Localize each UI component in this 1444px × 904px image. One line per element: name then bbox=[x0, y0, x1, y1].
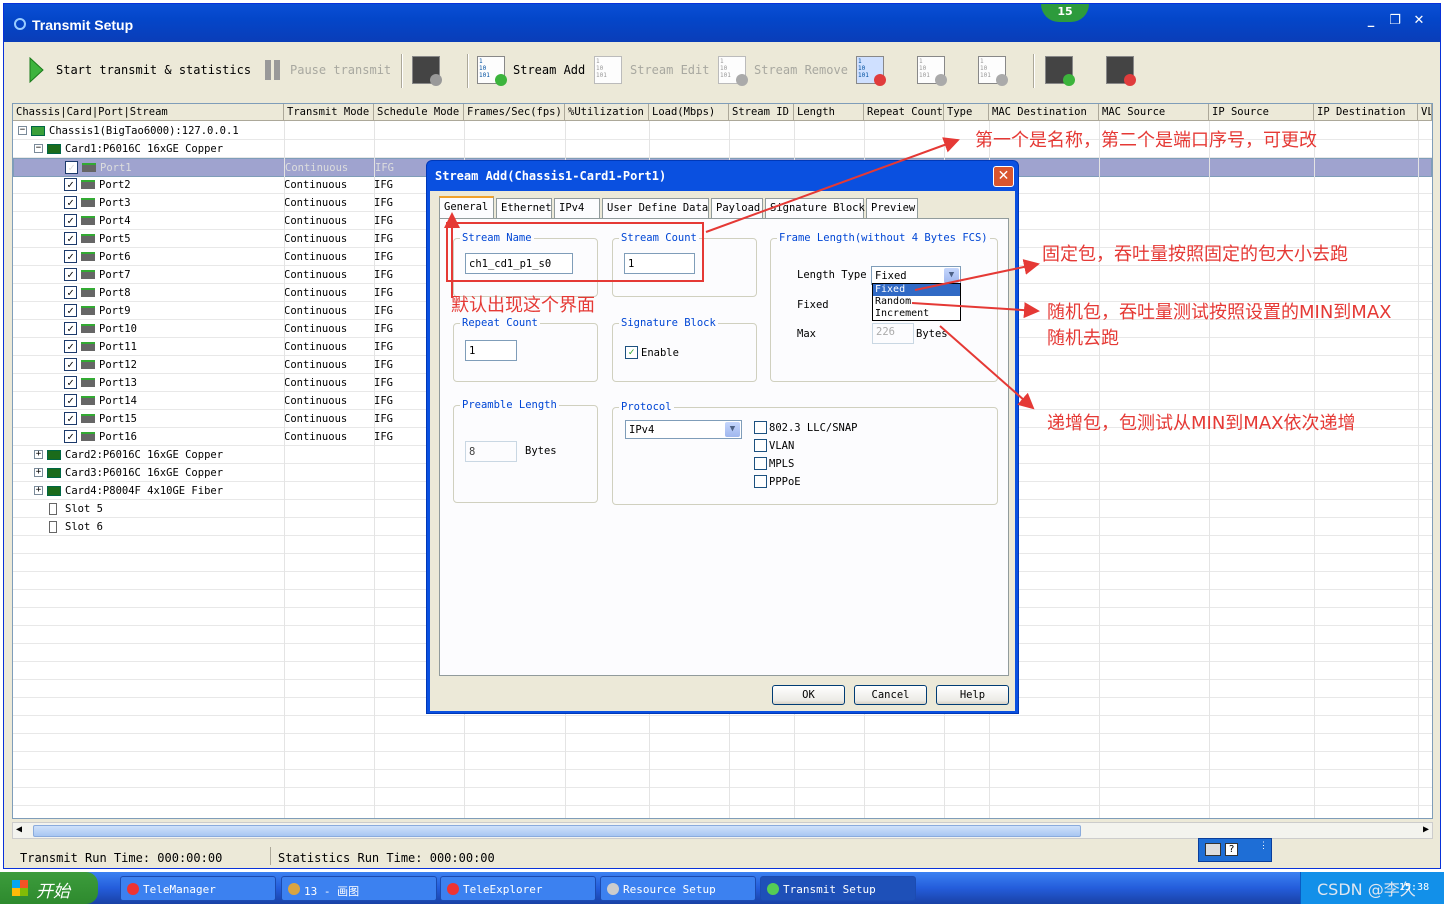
task-label: TeleExplorer bbox=[463, 883, 543, 896]
telemanager-icon bbox=[127, 883, 139, 895]
annotation-name-port: 第一个是名称，第二个是端口序号，可更改 bbox=[975, 130, 1317, 151]
annotation-random: 随机包，吞吐量测试按照设置的MIN到MAX bbox=[1047, 302, 1392, 323]
resource-setup-icon bbox=[607, 883, 619, 895]
annotation-random-2: 随机去跑 bbox=[1047, 328, 1119, 349]
windows-logo-icon bbox=[12, 880, 28, 896]
annotation-fixed: 固定包，吞吐量按照固定的包大小去跑 bbox=[1042, 244, 1348, 265]
task-label: Resource Setup bbox=[623, 883, 716, 896]
start-label: 开始 bbox=[36, 882, 70, 902]
system-tray: CSDN @李久 15:38 bbox=[1300, 872, 1444, 904]
task-label: 13 - 画图 bbox=[304, 885, 360, 898]
task-teleexplorer[interactable]: TeleExplorer bbox=[440, 876, 596, 901]
start-button[interactable]: 开始 bbox=[0, 872, 98, 904]
clock: 15:38 bbox=[1399, 882, 1430, 893]
task-paint[interactable]: 13 - 画图 bbox=[281, 876, 437, 901]
task-telemanager[interactable]: TeleManager bbox=[120, 876, 276, 901]
task-resource-setup[interactable]: Resource Setup bbox=[600, 876, 756, 901]
task-label: TeleManager bbox=[143, 883, 216, 896]
teleexplorer-icon bbox=[447, 883, 459, 895]
task-label: Transmit Setup bbox=[783, 883, 876, 896]
paint-icon bbox=[288, 883, 300, 895]
annotation-default-view: 默认出现这个界面 bbox=[451, 295, 595, 316]
annotation-increment: 递增包，包测试从MIN到MAX依次递增 bbox=[1047, 413, 1356, 434]
transmit-setup-icon bbox=[767, 883, 779, 895]
taskbar: 开始 TeleManager 13 - 画图 TeleExplorer Reso… bbox=[0, 872, 1444, 904]
task-transmit-setup[interactable]: Transmit Setup bbox=[760, 876, 916, 901]
